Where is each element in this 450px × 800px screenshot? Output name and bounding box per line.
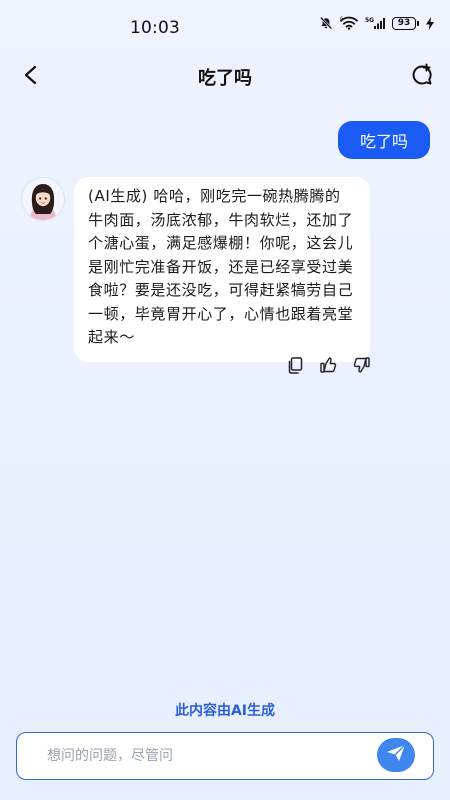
bell-off-icon <box>319 16 333 30</box>
user-message-bubble: 吃了吗 <box>337 121 430 159</box>
battery-level: 93 <box>392 16 416 30</box>
thumbs-up-icon <box>319 357 337 377</box>
copy-icon <box>287 356 303 378</box>
thumbs-down-icon <box>353 357 370 377</box>
ai-avatar <box>22 178 64 220</box>
status-time: 10:03 <box>130 18 180 38</box>
message-actions <box>286 356 370 378</box>
status-bar: 10:03 6 5G 93 <box>0 0 450 54</box>
battery-indicator: 93 <box>392 16 419 30</box>
new-chat-icon <box>410 63 434 91</box>
send-button[interactable] <box>377 738 415 772</box>
signal-icon: 5G <box>365 16 385 30</box>
copy-button[interactable] <box>286 356 304 378</box>
ai-message-bubble: (AI生成) 哈哈，刚吃完一碗热腾腾的牛肉面，汤底浓郁，牛肉软烂，还加了个溏心蛋… <box>74 177 370 362</box>
question-input[interactable] <box>31 733 361 778</box>
network-label: 5G <box>365 17 374 24</box>
status-icons: 6 5G 93 <box>319 16 434 30</box>
battery-tip <box>417 20 419 26</box>
svg-text:6: 6 <box>340 16 343 22</box>
ai-generated-disclaimer: 此内容由AI生成 <box>174 703 276 719</box>
like-button[interactable] <box>319 357 337 377</box>
wifi-icon: 6 <box>340 16 358 30</box>
chat-input-bar <box>16 732 434 780</box>
charging-icon <box>426 16 434 30</box>
new-chat-button[interactable] <box>408 63 436 91</box>
page-title: 吃了吗 <box>198 68 252 89</box>
header: 吃了吗 <box>0 56 450 96</box>
send-icon <box>386 744 406 766</box>
dislike-button[interactable] <box>352 357 370 377</box>
